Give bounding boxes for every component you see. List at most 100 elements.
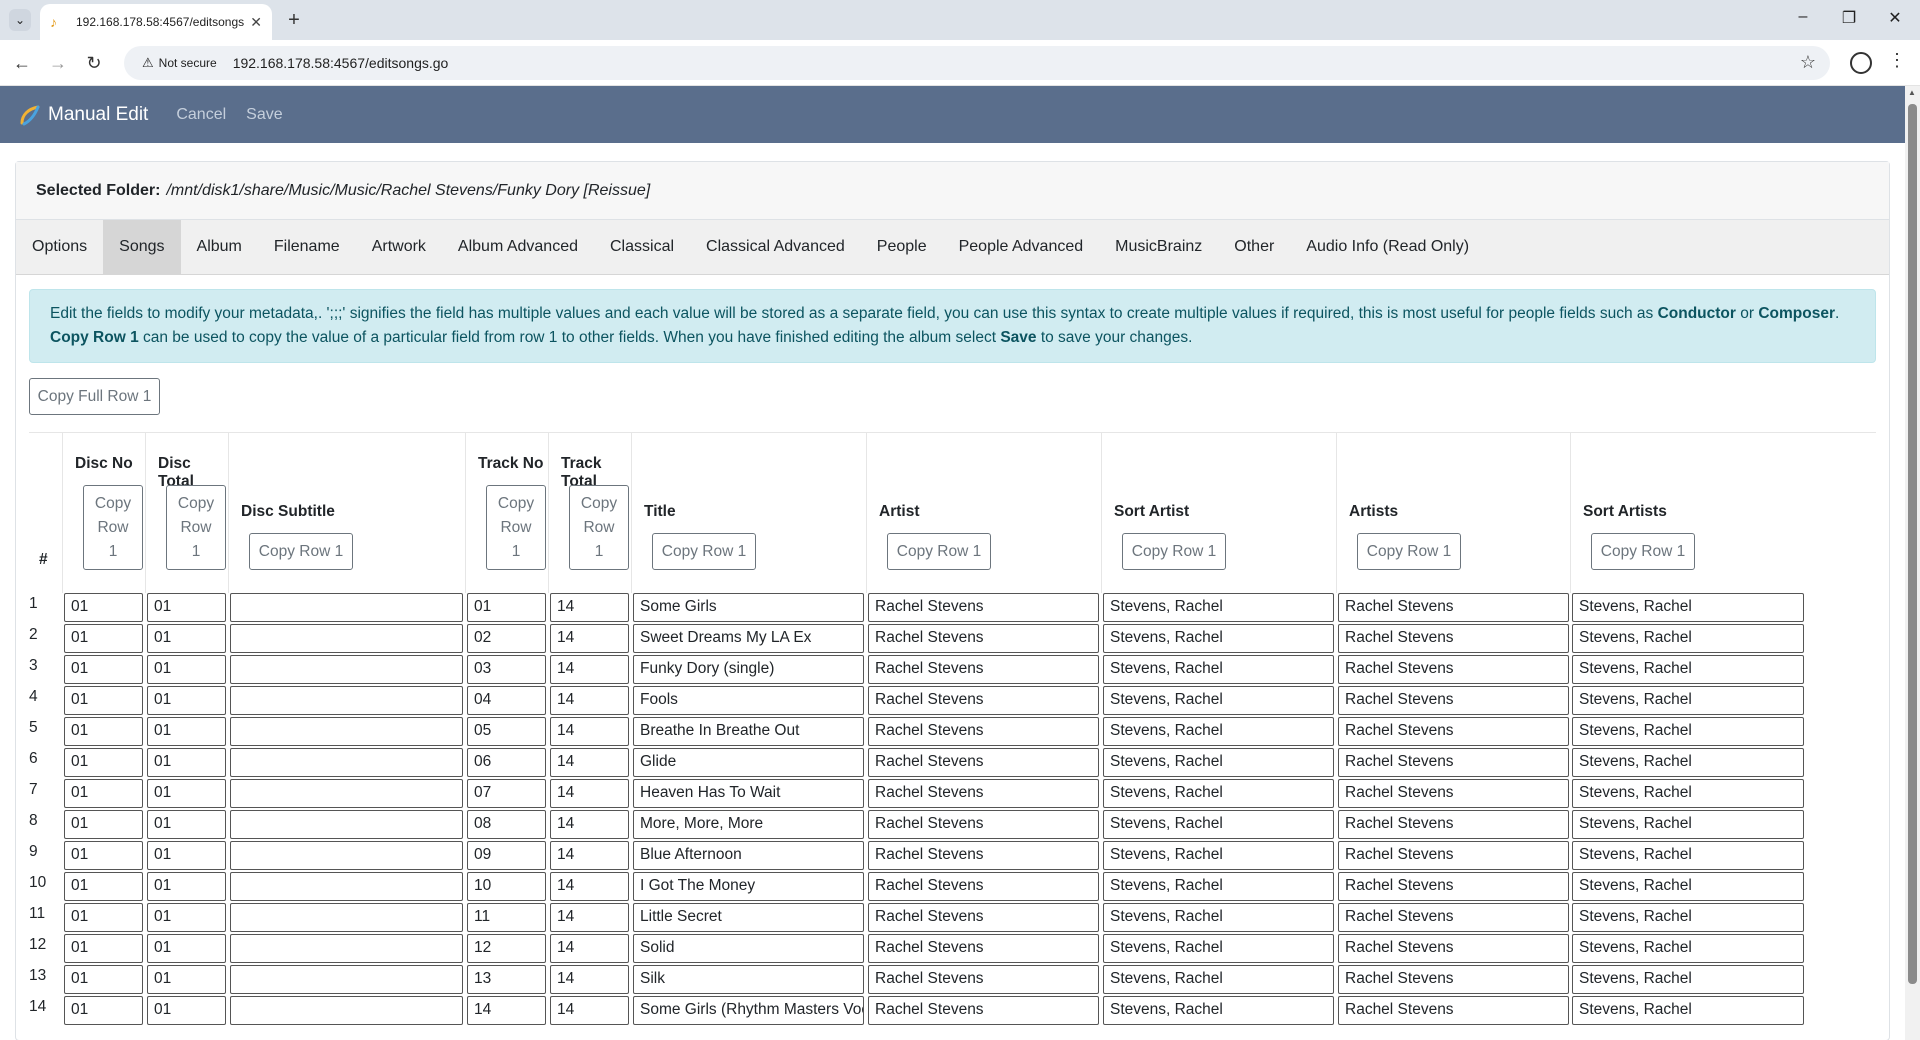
track-no-input[interactable]: 10 (467, 872, 546, 901)
disc-no-input[interactable]: 01 (64, 686, 143, 715)
tab-people[interactable]: People (861, 220, 943, 274)
back-arrow-icon[interactable]: ← (11, 52, 33, 74)
title-input[interactable]: Fools (633, 686, 864, 715)
disc-subtitle-input[interactable] (230, 810, 463, 839)
artist-input[interactable]: Rachel Stevens (868, 686, 1099, 715)
sort-artists-input[interactable]: Stevens, Rachel (1572, 624, 1804, 653)
artists-input[interactable]: Rachel Stevens (1338, 903, 1569, 932)
tab-songs[interactable]: Songs (103, 220, 180, 274)
disc-subtitle-input[interactable] (230, 934, 463, 963)
title-input[interactable]: Some Girls (633, 593, 864, 622)
sort-artists-input[interactable]: Stevens, Rachel (1572, 810, 1804, 839)
tab-other[interactable]: Other (1218, 220, 1290, 274)
disc-total-input[interactable]: 01 (147, 748, 226, 777)
track-no-input[interactable]: 05 (467, 717, 546, 746)
sort-artist-input[interactable]: Stevens, Rachel (1103, 624, 1334, 653)
sort-artists-input[interactable]: Stevens, Rachel (1572, 748, 1804, 777)
disc-total-input[interactable]: 01 (147, 717, 226, 746)
sort-artists-input[interactable]: Stevens, Rachel (1572, 965, 1804, 994)
sort-artist-input[interactable]: Stevens, Rachel (1103, 748, 1334, 777)
disc-no-input[interactable]: 01 (64, 965, 143, 994)
artists-input[interactable]: Rachel Stevens (1338, 748, 1569, 777)
copy-full-row-button[interactable]: Copy Full Row 1 (29, 378, 160, 415)
sort-artist-input[interactable]: Stevens, Rachel (1103, 934, 1334, 963)
track-no-input[interactable]: 07 (467, 779, 546, 808)
copy-row-1-track-total-button[interactable]: CopyRow1 (569, 485, 629, 570)
artists-input[interactable]: Rachel Stevens (1338, 996, 1569, 1025)
track-total-input[interactable]: 14 (550, 624, 629, 653)
track-no-input[interactable]: 03 (467, 655, 546, 684)
title-input[interactable]: Glide (633, 748, 864, 777)
track-total-input[interactable]: 14 (550, 934, 629, 963)
tab-search-chevron-icon[interactable]: ⌄ (9, 9, 31, 31)
tab-options[interactable]: Options (16, 220, 103, 274)
copy-row-1-track-no-button[interactable]: CopyRow1 (486, 485, 546, 570)
tab-people-advanced[interactable]: People Advanced (943, 220, 1100, 274)
tab-classical-advanced[interactable]: Classical Advanced (690, 220, 861, 274)
disc-no-input[interactable]: 01 (64, 903, 143, 932)
title-input[interactable]: Heaven Has To Wait (633, 779, 864, 808)
url-text[interactable]: 192.168.178.58:4567/editsongs.go (233, 55, 449, 71)
disc-total-input[interactable]: 01 (147, 872, 226, 901)
disc-subtitle-input[interactable] (230, 748, 463, 777)
app-brand-title[interactable]: Manual Edit (48, 104, 148, 126)
tab-classical[interactable]: Classical (594, 220, 690, 274)
artists-input[interactable]: Rachel Stevens (1338, 934, 1569, 963)
disc-subtitle-input[interactable] (230, 903, 463, 932)
artists-input[interactable]: Rachel Stevens (1338, 810, 1569, 839)
track-total-input[interactable]: 14 (550, 810, 629, 839)
copy-row-1-disc-no-button[interactable]: CopyRow1 (83, 485, 143, 570)
artist-input[interactable]: Rachel Stevens (868, 624, 1099, 653)
artists-input[interactable]: Rachel Stevens (1338, 593, 1569, 622)
track-no-input[interactable]: 08 (467, 810, 546, 839)
forward-arrow-icon[interactable]: → (47, 52, 69, 74)
copy-row-1-artists-button[interactable]: Copy Row 1 (1357, 533, 1461, 570)
track-total-input[interactable]: 14 (550, 841, 629, 870)
track-no-input[interactable]: 01 (467, 593, 546, 622)
artists-input[interactable]: Rachel Stevens (1338, 779, 1569, 808)
title-input[interactable]: Silk (633, 965, 864, 994)
scroll-up-arrow-icon[interactable]: ▲ (1908, 88, 1916, 97)
browser-menu-icon[interactable]: ⋮ (1888, 50, 1906, 71)
disc-total-input[interactable]: 01 (147, 686, 226, 715)
track-no-input[interactable]: 14 (467, 996, 546, 1025)
artist-input[interactable]: Rachel Stevens (868, 810, 1099, 839)
disc-no-input[interactable]: 01 (64, 810, 143, 839)
new-tab-plus-icon[interactable]: + (282, 8, 306, 32)
track-no-input[interactable]: 04 (467, 686, 546, 715)
disc-total-input[interactable]: 01 (147, 655, 226, 684)
track-no-input[interactable]: 09 (467, 841, 546, 870)
sort-artists-input[interactable]: Stevens, Rachel (1572, 841, 1804, 870)
title-input[interactable]: Sweet Dreams My LA Ex (633, 624, 864, 653)
reload-icon[interactable]: ↻ (83, 52, 105, 74)
sort-artists-input[interactable]: Stevens, Rachel (1572, 593, 1804, 622)
disc-total-input[interactable]: 01 (147, 934, 226, 963)
sort-artist-input[interactable]: Stevens, Rachel (1103, 655, 1334, 684)
sort-artist-input[interactable]: Stevens, Rachel (1103, 872, 1334, 901)
close-tab-icon[interactable]: ✕ (250, 14, 262, 31)
sort-artists-input[interactable]: Stevens, Rachel (1572, 934, 1804, 963)
sort-artists-input[interactable]: Stevens, Rachel (1572, 903, 1804, 932)
sort-artists-input[interactable]: Stevens, Rachel (1572, 655, 1804, 684)
track-total-input[interactable]: 14 (550, 748, 629, 777)
sort-artist-input[interactable]: Stevens, Rachel (1103, 965, 1334, 994)
track-total-input[interactable]: 14 (550, 903, 629, 932)
disc-subtitle-input[interactable] (230, 593, 463, 622)
cancel-link[interactable]: Cancel (176, 106, 226, 124)
sort-artist-input[interactable]: Stevens, Rachel (1103, 903, 1334, 932)
disc-total-input[interactable]: 01 (147, 624, 226, 653)
address-bar[interactable]: ⚠ Not secure 192.168.178.58:4567/editson… (124, 46, 1830, 80)
disc-no-input[interactable]: 01 (64, 748, 143, 777)
disc-subtitle-input[interactable] (230, 996, 463, 1025)
disc-total-input[interactable]: 01 (147, 779, 226, 808)
disc-no-input[interactable]: 01 (64, 717, 143, 746)
artists-input[interactable]: Rachel Stevens (1338, 965, 1569, 994)
profile-avatar-icon[interactable] (1850, 52, 1872, 74)
title-input[interactable]: Funky Dory (single) (633, 655, 864, 684)
track-no-input[interactable]: 06 (467, 748, 546, 777)
disc-no-input[interactable]: 01 (64, 934, 143, 963)
sort-artists-input[interactable]: Stevens, Rachel (1572, 872, 1804, 901)
track-no-input[interactable]: 11 (467, 903, 546, 932)
artist-input[interactable]: Rachel Stevens (868, 779, 1099, 808)
disc-total-input[interactable]: 01 (147, 810, 226, 839)
